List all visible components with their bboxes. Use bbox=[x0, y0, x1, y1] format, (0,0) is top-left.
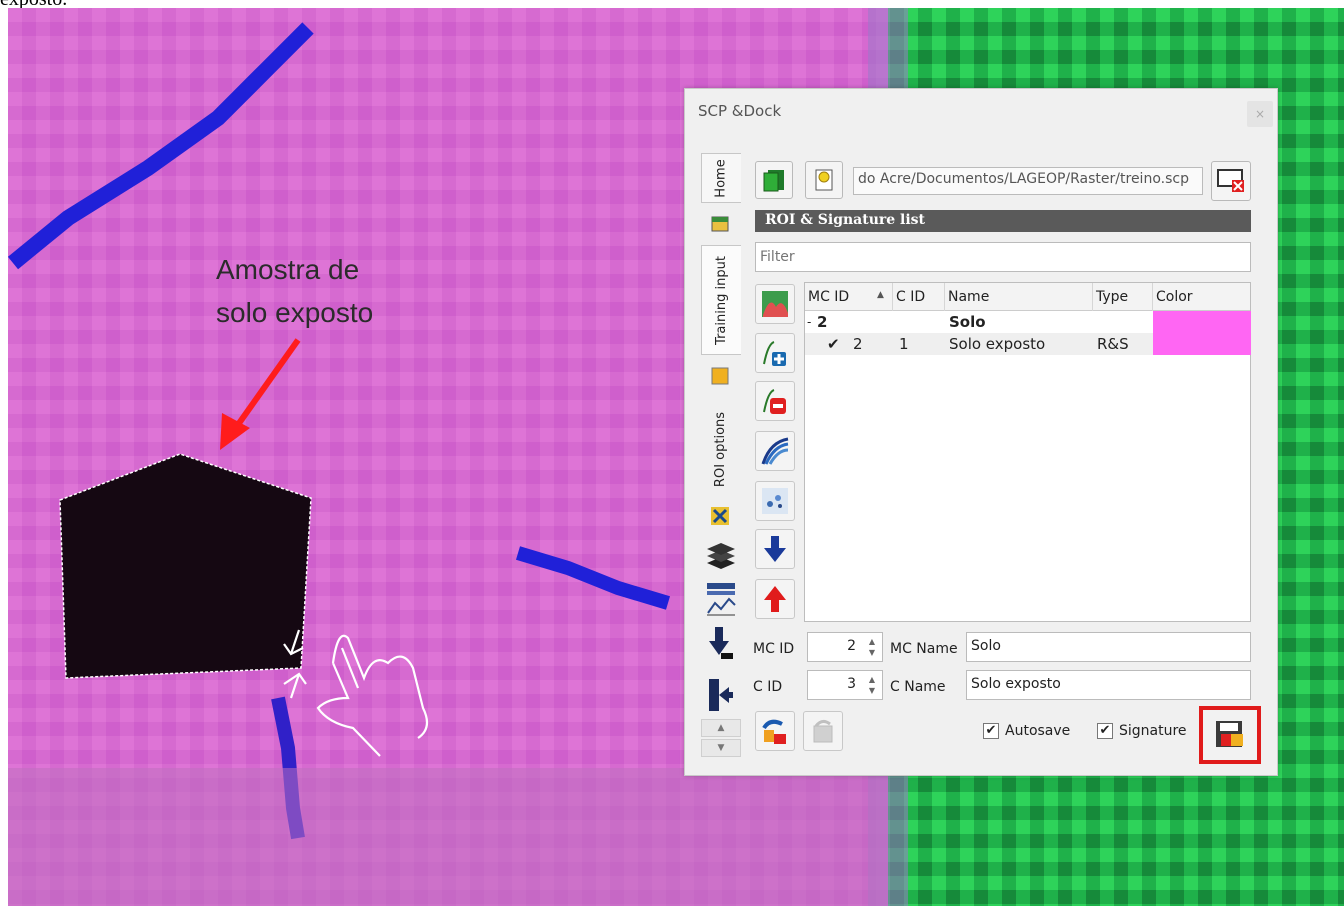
collapse-icon[interactable]: - bbox=[807, 311, 811, 333]
export-icon bbox=[764, 586, 786, 612]
autosave-check: ✔ bbox=[983, 723, 999, 739]
scatter-plot-button[interactable] bbox=[755, 481, 795, 521]
mc-id-label: MC ID bbox=[753, 641, 795, 657]
add-signature-icon bbox=[763, 341, 786, 366]
roi-signature-table[interactable]: MC ID ▲ C ID Name Type Color - 2 Solo ✔ … bbox=[804, 282, 1252, 622]
signature-plot-button[interactable] bbox=[755, 431, 795, 471]
training-file-path-field[interactable]: do Acre/Documentos/LAGEOP/Raster/treino.… bbox=[853, 167, 1203, 195]
note-icon bbox=[711, 216, 729, 232]
mc-id-cell: 2 bbox=[817, 313, 828, 331]
column-header-name[interactable]: Name bbox=[945, 283, 1093, 311]
merge-signatures-button[interactable] bbox=[755, 333, 795, 373]
column-header-color[interactable]: Color bbox=[1153, 283, 1252, 311]
mc-id-value: 2 bbox=[847, 638, 856, 654]
c-id-cell: 1 bbox=[899, 335, 909, 353]
mc-id-spinbox[interactable]: 2 ▲ ▼ bbox=[807, 632, 883, 662]
c-id-label: C ID bbox=[753, 679, 783, 695]
type-cell: R&S bbox=[1097, 335, 1129, 353]
redo-roi-button[interactable] bbox=[803, 711, 843, 751]
export-signatures-button[interactable] bbox=[755, 579, 795, 619]
undo-icon bbox=[762, 719, 786, 744]
scp-dock-panel: SCP &Dock × Home Training input ROI opti… bbox=[684, 88, 1278, 776]
spectral-signature-button[interactable] bbox=[755, 284, 795, 324]
autosave-checkbox[interactable]: ✔ Autosave bbox=[983, 723, 1070, 739]
scroll-down-icon[interactable]: ▼ bbox=[701, 739, 741, 757]
exit-icon[interactable] bbox=[705, 675, 737, 715]
annotation-line-1: Amostra de bbox=[216, 254, 360, 285]
delete-roi-button[interactable] bbox=[755, 381, 795, 421]
row-checkbox[interactable]: ✔ bbox=[827, 333, 840, 355]
table-header: MC ID ▲ C ID Name Type Color bbox=[805, 283, 1250, 311]
vertical-tab-bar: Home Training input ROI options ▲ ▼ bbox=[701, 149, 741, 769]
color-swatch[interactable] bbox=[1153, 311, 1251, 355]
name-cell: Solo exposto bbox=[949, 335, 1046, 353]
autosave-label: Autosave bbox=[1005, 723, 1071, 739]
c-id-spinbox[interactable]: 3 ▲ ▼ bbox=[807, 670, 883, 700]
new-file-button[interactable] bbox=[755, 161, 793, 199]
sort-ascending-icon: ▲ bbox=[877, 290, 884, 300]
column-header-c-id[interactable]: C ID bbox=[893, 283, 945, 311]
redo-disabled-icon bbox=[813, 719, 833, 743]
import-icon bbox=[764, 536, 786, 562]
save-roi-icon bbox=[1216, 721, 1243, 747]
undo-roi-button[interactable] bbox=[755, 711, 795, 751]
tab-training-input[interactable]: Training input bbox=[701, 245, 741, 355]
mc-name-input[interactable]: Solo bbox=[966, 632, 1251, 662]
filter-input[interactable] bbox=[755, 242, 1251, 272]
roi-signature-list-header: ROI & Signature list bbox=[755, 210, 1251, 232]
reset-file-button[interactable] bbox=[1211, 161, 1251, 201]
signature-checkbox[interactable]: ✔ Signature bbox=[1097, 723, 1187, 739]
spin-arrows-icon[interactable]: ▲ ▼ bbox=[864, 674, 880, 696]
open-file-button[interactable] bbox=[805, 161, 843, 199]
c-id-value: 3 bbox=[847, 676, 856, 692]
mc-name-label: MC Name bbox=[890, 641, 958, 657]
scatter-plot-icon bbox=[762, 488, 788, 514]
polygon-icon bbox=[711, 367, 729, 385]
signature-label: Signature bbox=[1119, 723, 1187, 739]
signature-check: ✔ bbox=[1097, 723, 1113, 739]
spin-arrows-icon[interactable]: ▲ ▼ bbox=[864, 636, 880, 658]
save-roi-button[interactable] bbox=[1199, 706, 1261, 764]
annotation-line-2: solo exposto bbox=[216, 297, 374, 328]
tab-home[interactable]: Home bbox=[701, 153, 741, 203]
new-file-icon bbox=[763, 170, 784, 192]
download-icon[interactable] bbox=[705, 625, 737, 661]
open-file-icon bbox=[815, 169, 833, 191]
name-cell: Solo bbox=[949, 313, 986, 331]
column-header-type[interactable]: Type bbox=[1093, 283, 1153, 311]
layers-icon[interactable] bbox=[705, 541, 737, 571]
scroll-up-icon[interactable]: ▲ bbox=[701, 719, 741, 737]
dock-title: SCP &Dock bbox=[698, 102, 782, 120]
remove-signature-icon bbox=[763, 389, 786, 414]
signature-plot-icon bbox=[761, 437, 789, 465]
c-name-input[interactable]: Solo exposto bbox=[966, 670, 1251, 700]
c-name-label: C Name bbox=[890, 679, 946, 695]
mc-id-cell: 2 bbox=[853, 335, 863, 353]
annotation-label: Amostra de solo exposto bbox=[216, 248, 373, 334]
tab-roi-options[interactable]: ROI options bbox=[701, 393, 741, 505]
monitor-remove-icon bbox=[1217, 169, 1244, 192]
spectral-plot-icon[interactable] bbox=[705, 581, 737, 617]
close-icon[interactable]: × bbox=[1247, 101, 1273, 127]
spectral-signature-icon bbox=[762, 291, 788, 317]
tools-icon[interactable] bbox=[709, 505, 731, 527]
import-signatures-button[interactable] bbox=[755, 529, 795, 569]
